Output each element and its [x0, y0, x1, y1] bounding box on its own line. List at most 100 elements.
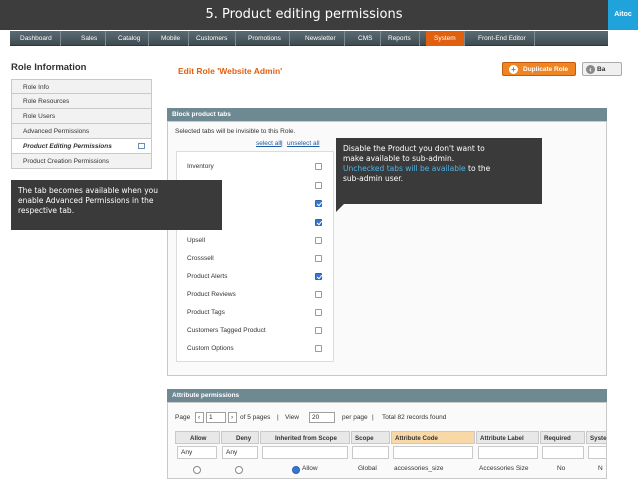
pager-view-label: View	[285, 414, 299, 421]
pager-separator: |	[277, 414, 279, 421]
prev-page-button[interactable]: ‹	[195, 412, 204, 423]
callout-line: The tab becomes available when you	[18, 186, 158, 195]
nav-catalog[interactable]: Catalog	[110, 31, 150, 46]
nav-customers[interactable]: Customers	[188, 31, 237, 46]
per-page-select[interactable]: 20	[309, 412, 335, 423]
col-deny[interactable]: Deny	[221, 431, 259, 444]
select-all-link[interactable]: select all	[256, 140, 281, 147]
link-separator: |	[281, 140, 283, 147]
callout-disable-tabs: Disable the Product you don't want to ma…	[336, 138, 542, 212]
nav-reports[interactable]: Reports	[380, 31, 420, 46]
tab-checkbox-custom-options[interactable]	[315, 345, 322, 352]
pager-total: Total 82 records found	[382, 414, 447, 421]
pager-separator: |	[372, 414, 374, 421]
tab-label-inventory: Inventory	[187, 163, 214, 170]
duplicate-role-button[interactable]: + Duplicate Role	[502, 62, 576, 76]
filter-inherited-select[interactable]	[262, 446, 348, 459]
sidebar-title: Role Information	[11, 62, 87, 73]
callout-line: Unchecked tabs will be available to the	[343, 164, 535, 174]
pager-per-page: per page	[342, 414, 368, 421]
row-inherited-value: Allow	[302, 465, 318, 472]
callout-advanced-permissions: The tab becomes available when you enabl…	[11, 180, 222, 230]
duplicate-role-label: Duplicate Role	[523, 66, 569, 73]
row-attribute-code: accessories_size	[394, 465, 444, 472]
callout-line: respective tab.	[18, 206, 75, 215]
tab-label-product-reviews: Product Reviews	[187, 291, 236, 298]
sidebar-tab-product-creation-permissions[interactable]: Product Creation Permissions	[11, 154, 152, 169]
nav-system[interactable]: System	[426, 31, 465, 46]
nav-sales[interactable]: Sales	[73, 31, 107, 46]
callout-text: to the	[465, 164, 491, 173]
tab-checkbox-obscured-1[interactable]	[315, 182, 322, 189]
page-input[interactable]: 1	[206, 412, 226, 423]
nav-front-end-editor[interactable]: Front-End Editor	[470, 31, 535, 46]
callout-line: enable Advanced Permissions in the	[18, 196, 154, 205]
tab-checkbox-crosssell[interactable]	[315, 255, 322, 262]
sidebar-tab-label: Role Resources	[23, 98, 70, 105]
nav-mobile[interactable]: Mobile	[153, 31, 190, 46]
callout-highlight: Unchecked tabs will be available	[343, 164, 466, 173]
nav-dashboard[interactable]: Dashboard	[12, 31, 61, 46]
row-deny-radio[interactable]	[235, 466, 243, 474]
tab-label-product-alerts: Product Alerts	[187, 273, 228, 280]
callout-line: Disable the Product you don't want to	[343, 144, 485, 153]
sidebar-tab-label: Role Info	[23, 84, 50, 91]
callout-line: make available to sub-admin.	[343, 154, 455, 163]
tab-label-crosssell: Crosssell	[187, 255, 214, 262]
tab-checkbox-product-alerts[interactable]	[315, 273, 322, 280]
unselect-all-link[interactable]: unselect all	[287, 140, 320, 147]
filter-scope-select[interactable]	[352, 446, 389, 459]
tab-label-customers-tagged-product: Customers Tagged Product	[187, 327, 266, 334]
sidebar-tab-label: Role Users	[23, 113, 56, 120]
tab-checkbox-customers-tagged-product[interactable]	[315, 327, 322, 334]
row-attribute-label: Accessories Size	[479, 465, 529, 472]
sidebar-tab-advanced-permissions[interactable]: Advanced Permissions	[11, 124, 152, 139]
sidebar-tab-product-editing-permissions[interactable]: Product Editing Permissions	[11, 139, 152, 154]
filter-required-select[interactable]	[542, 446, 584, 459]
col-scope[interactable]: Scope	[351, 431, 390, 444]
tab-checkbox-inventory[interactable]	[315, 163, 322, 170]
filter-attribute-code-input[interactable]	[393, 446, 473, 459]
col-attribute-code[interactable]: Attribute Code	[391, 431, 475, 444]
row-allow-radio[interactable]	[193, 466, 201, 474]
pager-of-pages: of 5 pages	[240, 414, 271, 421]
sidebar-tab-role-users[interactable]: Role Users	[11, 109, 152, 124]
sidebar-tab-role-resources[interactable]: Role Resources	[11, 94, 152, 109]
nav-cms[interactable]: CMS	[350, 31, 382, 46]
sidebar-tab-role-info[interactable]: Role Info	[11, 79, 152, 94]
page-title: Edit Role 'Website Admin'	[178, 66, 283, 76]
filter-system-select[interactable]	[588, 446, 607, 459]
plus-circle-icon: +	[509, 65, 518, 74]
tab-checkbox-obscured-2[interactable]	[315, 200, 322, 207]
tab-checkbox-product-tags[interactable]	[315, 309, 322, 316]
tab-checkbox-obscured-3[interactable]	[315, 219, 322, 226]
col-inherited-from-scope[interactable]: Inherited from Scope	[260, 431, 350, 444]
collapse-icon[interactable]	[138, 143, 145, 149]
col-attribute-label[interactable]: Attribute Label	[476, 431, 539, 444]
attribute-permissions-header: Attribute permissions	[167, 389, 607, 402]
col-system[interactable]: Syste	[586, 431, 607, 444]
row-required: No	[557, 465, 566, 472]
col-allow[interactable]: Allow	[175, 431, 220, 444]
block-tabs-header: Block product tabs	[167, 108, 607, 121]
row-system: N	[598, 465, 603, 472]
tab-checkbox-upsell[interactable]	[315, 237, 322, 244]
nav-newsletter[interactable]: Newsletter	[297, 31, 345, 46]
back-button[interactable]: ‹ Ba	[582, 62, 622, 76]
sidebar-tab-label: Product Creation Permissions	[23, 158, 109, 165]
admin-nav-bar: Dashboard Sales Catalog Mobile Customers…	[10, 31, 608, 46]
filter-attribute-label-input[interactable]	[478, 446, 538, 459]
tab-label-product-tags: Product Tags	[187, 309, 225, 316]
filter-allow-select[interactable]: Any	[177, 446, 217, 459]
tab-checkbox-product-reviews[interactable]	[315, 291, 322, 298]
back-arrow-icon: ‹	[586, 65, 595, 74]
col-required[interactable]: Required	[540, 431, 585, 444]
block-tabs-note: Selected tabs will be invisible to this …	[175, 128, 296, 135]
next-page-button[interactable]: ›	[228, 412, 237, 423]
filter-deny-select[interactable]: Any	[222, 446, 258, 459]
slide-title-bar: 5. Product editing permissions Aitoc	[0, 0, 638, 30]
sidebar-tab-label: Product Editing Permissions	[23, 143, 112, 150]
row-inherited-radio[interactable]	[292, 466, 300, 474]
row-scope: Global	[358, 465, 377, 472]
nav-promotions[interactable]: Promotions	[240, 31, 290, 46]
